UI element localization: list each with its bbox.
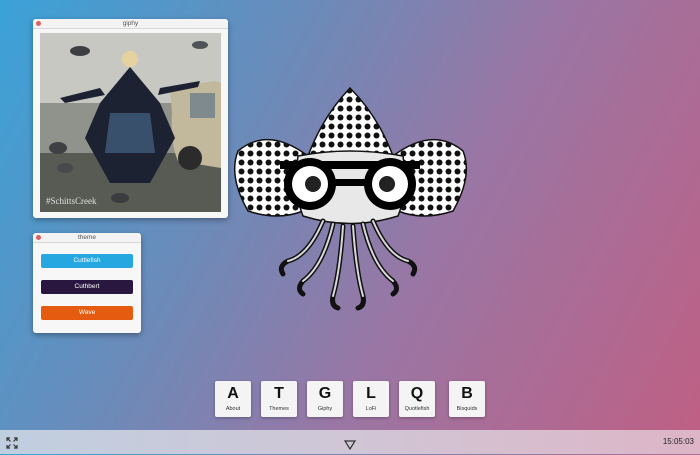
- giphy-titlebar[interactable]: giphy: [33, 19, 228, 29]
- dock-about[interactable]: A About: [215, 381, 251, 417]
- dock-lofi-letter: L: [366, 385, 376, 402]
- dock-about-letter: A: [227, 385, 239, 402]
- cuthbert-theme-button[interactable]: Cuthbert: [41, 280, 133, 294]
- dock-quotlefish-letter: Q: [410, 385, 424, 402]
- dock-bisquids-label: Bisquids: [456, 406, 478, 412]
- dock-giphy-letter: G: [318, 385, 332, 402]
- theme-window[interactable]: theme Cuttlefish Cuthbert Wave: [33, 233, 141, 333]
- giphy-scene: [40, 33, 221, 212]
- clock: 15:05:03: [662, 437, 694, 446]
- dock-lofi[interactable]: L LoFi: [353, 381, 389, 417]
- expand-icon[interactable]: [6, 436, 18, 449]
- dock-themes[interactable]: T Themes: [261, 381, 297, 417]
- wave-theme-button[interactable]: Wave: [41, 306, 133, 320]
- dock-quotlefish-label: Quotlefish: [404, 406, 430, 412]
- triangle-down-icon[interactable]: [343, 437, 357, 451]
- giphy-window-title: giphy: [122, 20, 139, 27]
- theme-titlebar[interactable]: theme: [33, 233, 141, 243]
- dock-lofi-label: LoFi: [365, 406, 377, 412]
- theme-window-title: theme: [77, 234, 97, 241]
- dock-giphy[interactable]: G Giphy: [307, 381, 343, 417]
- bottom-bar: 15:05:03: [0, 430, 700, 454]
- dock-themes-label: Themes: [269, 406, 289, 412]
- dock-giphy-label: Giphy: [317, 406, 333, 412]
- cuttlefish-theme-button[interactable]: Cuttlefish: [41, 254, 133, 268]
- dock-quotlefish[interactable]: Q Quotlefish: [399, 381, 435, 417]
- dock-bisquids[interactable]: B Bisquids: [449, 381, 485, 417]
- dock-bisquids-letter: B: [461, 385, 473, 402]
- giphy-image: #SchittsCreek: [40, 33, 221, 212]
- dock-about-label: About: [225, 406, 241, 412]
- cuttlefish-with-glasses-icon: [228, 86, 473, 321]
- giphy-window[interactable]: giphy #SchittsCreek: [33, 19, 228, 218]
- giphy-watermark: #SchittsCreek: [46, 196, 97, 206]
- dock-themes-letter: T: [274, 385, 284, 402]
